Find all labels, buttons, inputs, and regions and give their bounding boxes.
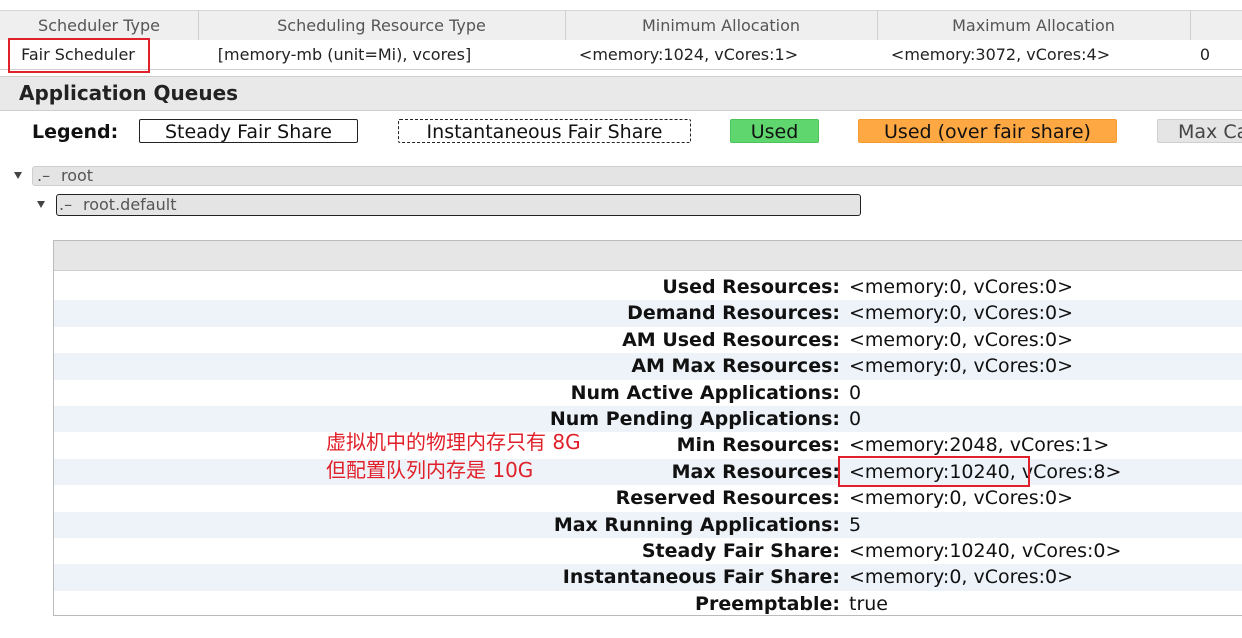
legend-instantaneous-fair-share: Instantaneous Fair Share [398,119,691,143]
queue-root-label: root [61,166,94,185]
detail-key: Max Running Applications: [553,513,840,536]
detail-value: <memory:2048, vCores:1> [849,434,1110,457]
queue-root[interactable]: .– root [32,166,1242,186]
detail-row: Reserved Resources: <memory:0, vCores:0> [54,485,1242,511]
detail-row: Steady Fair Share: <memory:10240, vCores:… [54,538,1242,564]
legend-used: Used [730,119,819,143]
fair-scheduler-highlight [8,38,150,73]
detail-value: <memory:0, vCores:0> [849,566,1074,589]
queue-default-label: root.default [83,195,177,214]
detail-row: Demand Resources: <memory:0, vCores:0> [54,300,1242,327]
scheduler-table-row: Fair Scheduler [memory-mb (unit=Mi), vco… [0,40,1242,70]
detail-key: Min Resources: [676,434,840,457]
detail-key: Num Active Applications: [570,381,840,404]
detail-key: Used Resources: [662,276,840,298]
queue-details-header [54,241,1242,271]
detail-value: 0 [849,408,862,430]
extra-column-value: 0 [1199,45,1211,64]
detail-row: Max Running Applications: 5 [54,511,1242,538]
legend-used-over-fair-share: Used (over fair share) [858,119,1117,143]
legend-label: Legend: [32,121,119,143]
queue-default-marker: .– [59,195,73,214]
col-min-allocation: Minimum Allocation [565,11,878,41]
detail-key: Preemptable: [695,592,840,615]
detail-key: Max Resources: [671,460,840,483]
detail-row: Preemptable: true [54,591,1242,617]
detail-value: 5 [849,513,862,536]
detail-key: Steady Fair Share: [641,540,840,562]
detail-key: Num Pending Applications: [549,408,840,430]
detail-key: AM Used Resources: [622,328,840,351]
min-allocation-value: <memory:1024, vCores:1> [578,45,799,64]
detail-value: <memory:0, vCores:0> [849,302,1074,325]
detail-row: Min Resources: <memory:2048, vCores:1> [54,432,1242,458]
detail-value: <memory:10240, vCores:0> [849,540,1122,562]
detail-key: Instantaneous Fair Share: [562,566,840,589]
detail-row: Instantaneous Fair Share: <memory:0, vCor… [54,564,1242,591]
detail-value: <memory:0, vCores:0> [849,487,1074,510]
legend-steady-fair-share: Steady Fair Share [139,119,358,143]
max-resources-highlight [838,456,1030,487]
detail-value: <memory:0, vCores:0> [849,328,1074,351]
max-allocation-value: <memory:3072, vCores:4> [890,45,1111,64]
detail-row: Num Active Applications: 0 [54,380,1242,406]
legend-max-capacity: Max Ca [1157,119,1242,143]
resource-type-value: [memory-mb (unit=Mi), vcores] [217,45,472,64]
detail-value: 0 [849,381,862,404]
detail-key: AM Max Resources: [631,355,840,378]
detail-row: AM Used Resources: <memory:0, vCores:0> [54,327,1242,353]
detail-key: Reserved Resources: [615,487,840,510]
detail-value: true [849,592,888,615]
detail-value: <memory:0, vCores:0> [849,276,1074,298]
application-queues-bar: Application Queues [0,76,1242,111]
col-max-allocation: Maximum Allocation [877,11,1191,41]
annotation-line-2: 但配置队列内存是 10G [326,458,534,482]
col-scheduler-type: Scheduler Type [0,11,199,41]
root-expand-icon[interactable] [14,172,22,179]
detail-value: <memory:0, vCores:0> [849,355,1074,378]
detail-row: Max Resources: <memory:10240, vCores:8> [54,458,1242,486]
queue-root-default[interactable]: .– root.default [56,194,861,216]
scheduler-table-header: Scheduler Type Scheduling Resource Type … [0,10,1242,41]
detail-row: AM Max Resources: <memory:0, vCores:0> [54,353,1242,380]
queue-details-panel: Used Resources: <memory:0, vCores:0> Deman… [53,240,1242,616]
detail-row: Num Pending Applications: 0 [54,406,1242,433]
detail-key: Demand Resources: [627,302,840,325]
application-queues-title: Application Queues [19,81,239,105]
queue-root-marker: .– [37,166,51,185]
detail-row: Used Resources: <memory:0, vCores:0> [54,274,1242,300]
col-resource-type: Scheduling Resource Type [198,11,566,41]
annotation-line-1: 虚拟机中的物理内存只有 8G [326,430,581,454]
default-expand-icon[interactable] [37,201,45,208]
